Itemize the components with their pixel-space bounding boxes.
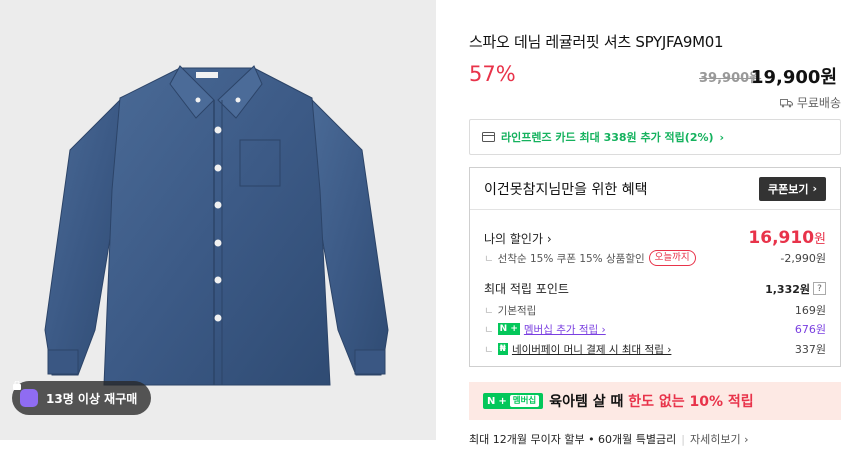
max-points-row: 최대 적립 포인트 1,332원 ?	[484, 280, 826, 297]
member-points-link[interactable]: 멤버십 추가 적립 ›	[524, 322, 606, 337]
my-discount-unit: 원	[814, 232, 826, 247]
chevron-right-icon: ›	[719, 130, 725, 144]
basic-points-value: 169원	[794, 304, 826, 317]
shipping-label: 무료배송	[796, 96, 841, 110]
naver-pay-icon: ₦	[497, 343, 508, 355]
member-points: ㄴ N + 멤버십 추가 적립 ›	[484, 322, 606, 337]
product-title: 스파오 데님 레귤러핏 셔츠 SPYJFA9M01	[469, 33, 724, 51]
max-points-wrap: 1,332원 ?	[765, 281, 826, 297]
my-discount-row: 나의 할인가 › 16,910원	[484, 228, 826, 248]
help-icon[interactable]: ?	[813, 282, 826, 295]
npay-points: ㄴ ₦ 네이버페이 머니 결제 시 최대 적립 ›	[484, 342, 671, 357]
coupon-detail-text: 선착순 15% 쿠폰 15% 상품할인	[497, 252, 645, 265]
branch-icon: ㄴ	[484, 323, 494, 336]
benefit-box: 이건못참지님만을 위한 혜택 쿠폰보기 › 나의 할인가 › 16,910원 ㄴ…	[469, 167, 841, 367]
banner-text-pre: 육아템 살 때	[549, 394, 629, 410]
banner-text-highlight: 한도 없는 10% 적립	[628, 394, 754, 410]
basic-points-label: 기본적립	[497, 304, 537, 317]
benefit-title: 이건못참지님만을 위한 혜택	[484, 181, 648, 198]
plus-glyph: +	[498, 395, 507, 407]
naver-n-glyph: N	[487, 395, 496, 407]
basic-points: ㄴ 기본적립	[484, 303, 536, 318]
my-discount-price: 16,910원	[748, 228, 826, 248]
shipping-info: 무료배송	[779, 94, 841, 111]
installment-text: 최대 12개월 무이자 할부 • 60개월 특별금리	[469, 433, 677, 446]
coupon-detail: ㄴ 선착순 15% 쿠폰 15% 상품할인 오늘까지	[484, 250, 696, 266]
npay-points-row: ㄴ ₦ 네이버페이 머니 결제 시 최대 적립 › 337원	[484, 341, 826, 357]
benefit-header: 이건못참지님만을 위한 혜택 쿠폰보기 ›	[470, 168, 840, 210]
product-image-panel[interactable]: 13명 이상 재구매	[0, 0, 436, 440]
card-promo-link[interactable]: 라인프렌즈 카드 최대 338원 추가 적립(2%) ›	[469, 119, 841, 155]
member-points-row: ㄴ N + 멤버십 추가 적립 › 676원	[484, 321, 826, 337]
npay-points-value: 337원	[794, 343, 826, 356]
naver-membership-banner[interactable]: N + 멤버십 육아템 살 때 한도 없는 10% 적립	[469, 382, 841, 420]
sale-price: 19,900원	[751, 67, 838, 88]
divider: |	[681, 432, 685, 446]
npay-points-link[interactable]: 네이버페이 머니 결제 시 최대 적립 ›	[512, 342, 671, 357]
credit-card-icon	[482, 132, 495, 142]
max-points-label: 최대 적립 포인트	[484, 282, 569, 296]
membership-label: 멤버십	[509, 395, 540, 407]
rebuy-text: 13명 이상 재구매	[46, 391, 138, 406]
installment-more-link[interactable]: 자세히보기 ›	[690, 431, 749, 447]
my-discount-link[interactable]: 나의 할인가 ›	[484, 230, 552, 247]
rebuy-bag-icon	[13, 381, 38, 407]
naver-plus-membership-icon: N + 멤버십	[483, 393, 544, 409]
naver-plus-icon: N +	[497, 323, 520, 335]
member-points-value: 676원	[794, 323, 826, 336]
branch-icon: ㄴ	[484, 343, 494, 356]
shirt-image	[44, 65, 389, 386]
coupon-detail-row: ㄴ 선착순 15% 쿠폰 15% 상품할인 오늘까지 -2,990원	[484, 250, 826, 266]
today-only-pill: 오늘까지	[648, 250, 696, 266]
discount-rate: 57%	[469, 62, 516, 86]
chevron-right-icon: ›	[812, 182, 817, 195]
installment-info: 최대 12개월 무이자 할부 • 60개월 특별금리 | 자세히보기 ›	[469, 431, 748, 447]
coupon-amount: -2,990원	[780, 252, 826, 265]
coupon-view-button[interactable]: 쿠폰보기 ›	[758, 176, 826, 201]
rebuy-badge: 13명 이상 재구매	[12, 381, 152, 415]
my-discount-value: 16,910	[748, 228, 815, 248]
banner-text: 육아템 살 때 한도 없는 10% 적립	[549, 391, 753, 411]
branch-icon: ㄴ	[484, 252, 494, 265]
basic-points-row: ㄴ 기본적립 169원	[484, 302, 826, 318]
truck-icon	[779, 98, 793, 107]
branch-icon: ㄴ	[484, 304, 494, 317]
coupon-button-label: 쿠폰보기	[767, 182, 809, 196]
max-points-value: 1,332원	[765, 282, 810, 296]
card-promo-text: 라인프렌즈 카드 최대 338원 추가 적립(2%)	[501, 131, 714, 144]
